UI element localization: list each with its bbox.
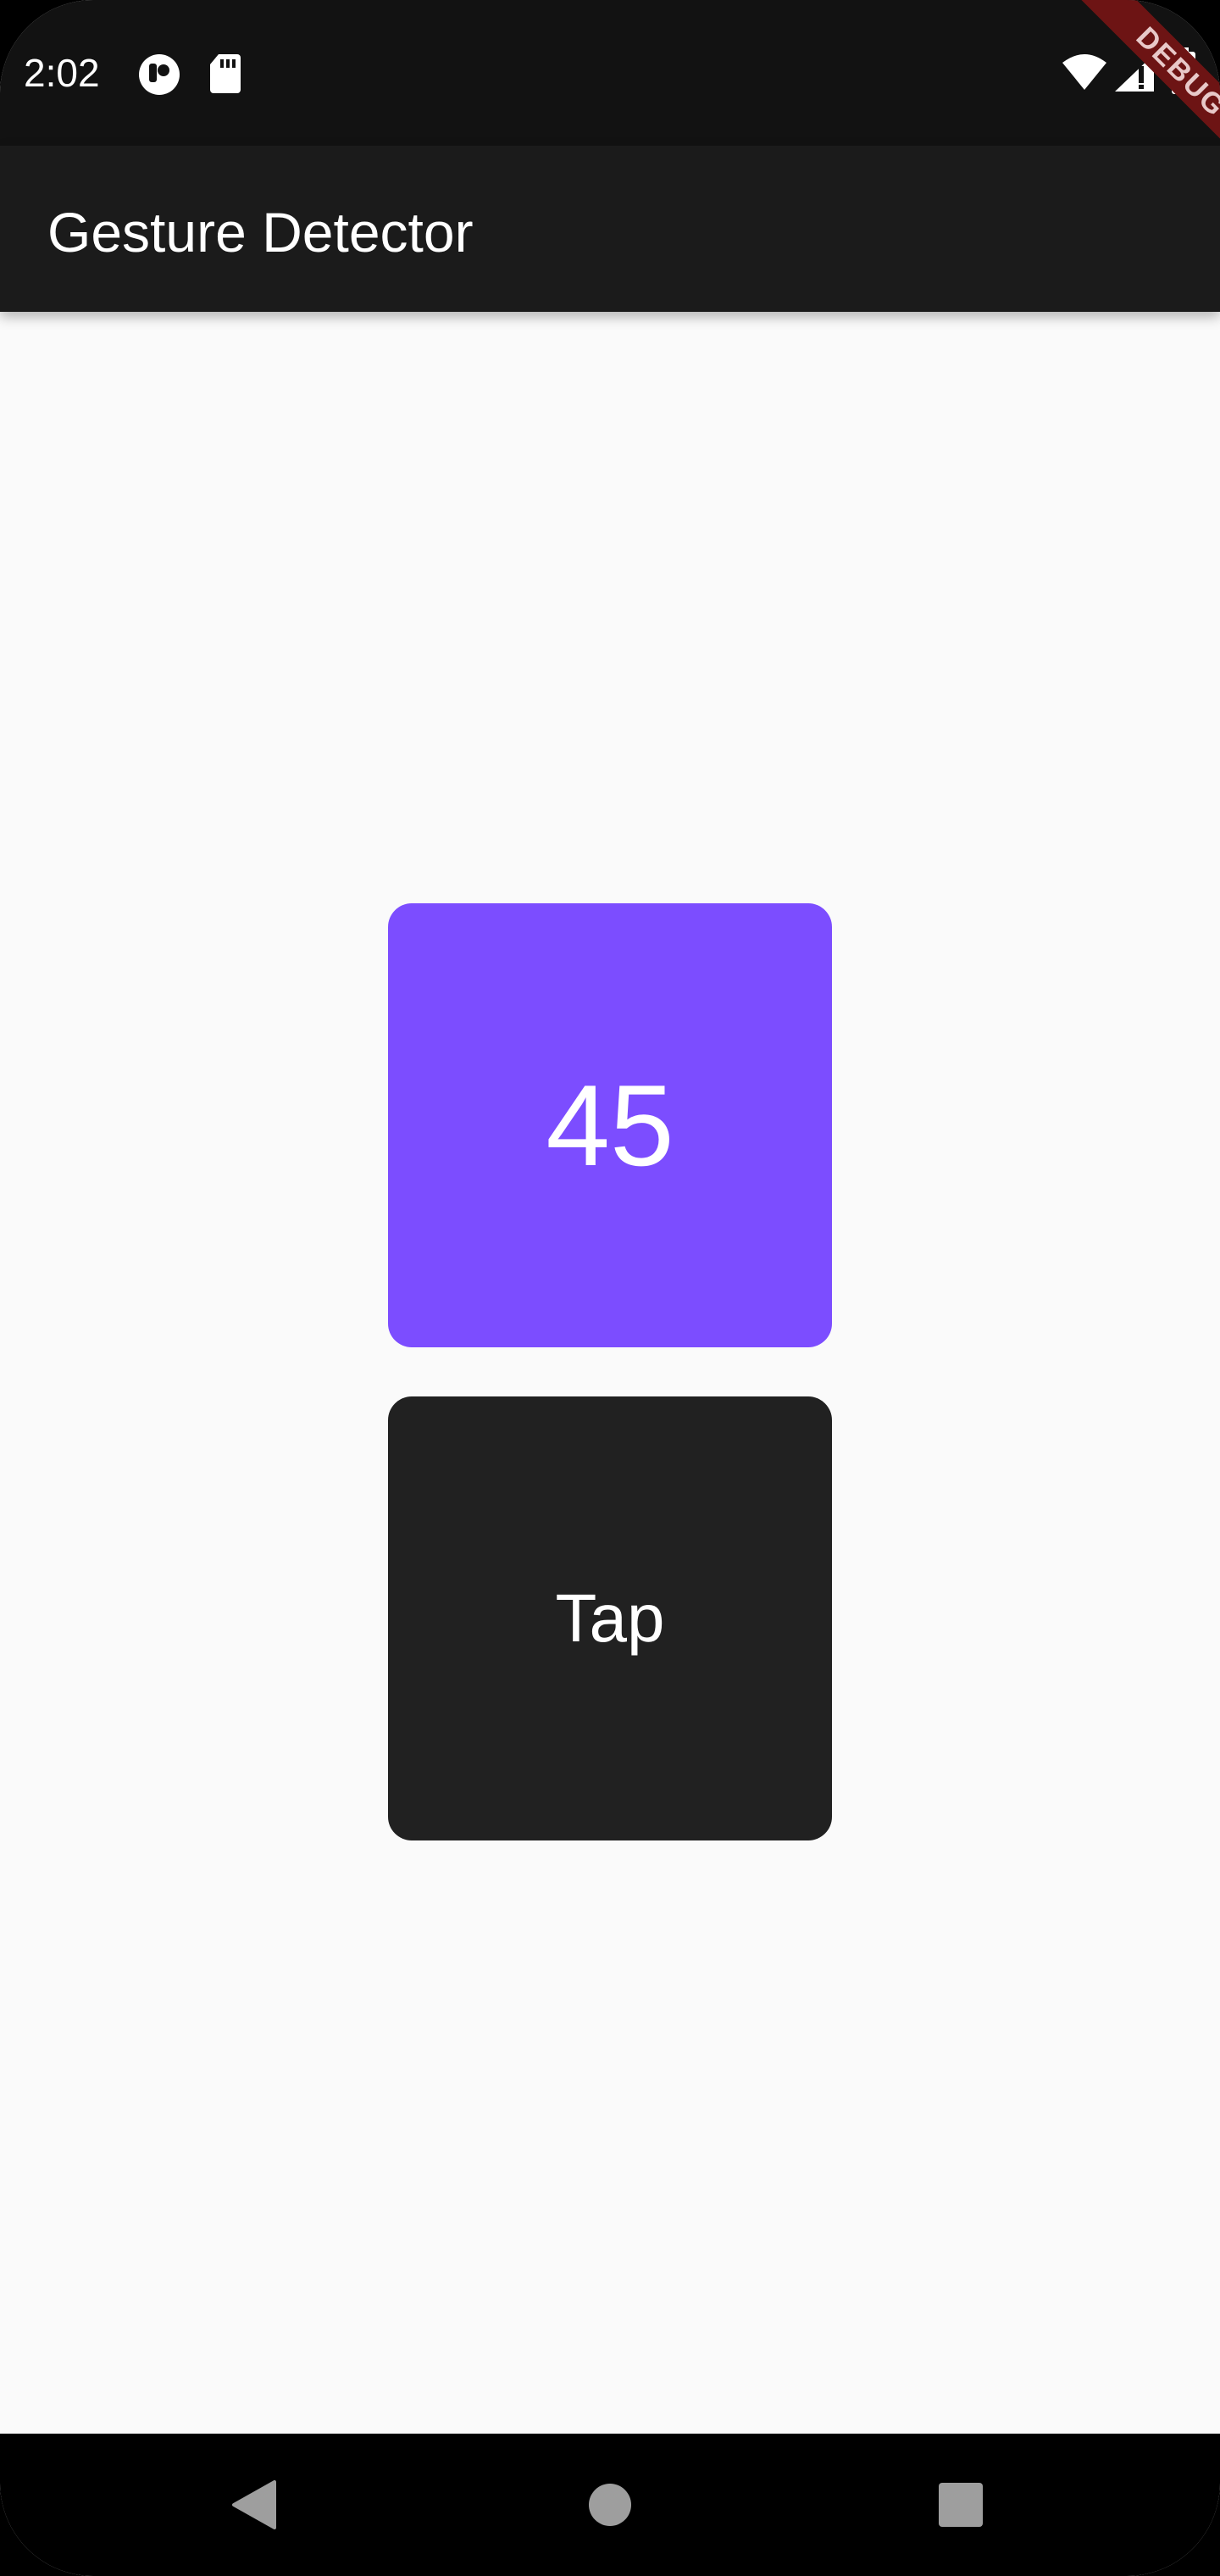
home-button[interactable] [525,2434,695,2576]
device-screen: 2:02 Gesture Detector DEBUG 45 Tap [0,0,1220,2576]
counter-display: 45 [388,903,832,1347]
recents-icon [939,2483,983,2527]
app-bar: Gesture Detector [0,146,1220,312]
battery-icon [1172,47,1195,94]
back-icon [232,2480,276,2529]
home-icon [589,2484,631,2526]
navigation-bar [0,2434,1220,2576]
record-icon [139,54,180,95]
counter-value: 45 [546,1061,674,1190]
wifi-icon [1062,54,1106,90]
recents-button[interactable] [876,2434,1045,2576]
status-time: 2:02 [24,51,100,95]
sd-card-icon [210,54,241,93]
status-bar: 2:02 [0,0,1220,146]
cell-signal-icon [1115,54,1154,92]
back-button[interactable] [169,2434,339,2576]
tap-button-label: Tap [555,1580,665,1656]
tap-button[interactable]: Tap [388,1396,832,1840]
app-title: Gesture Detector [47,201,474,264]
